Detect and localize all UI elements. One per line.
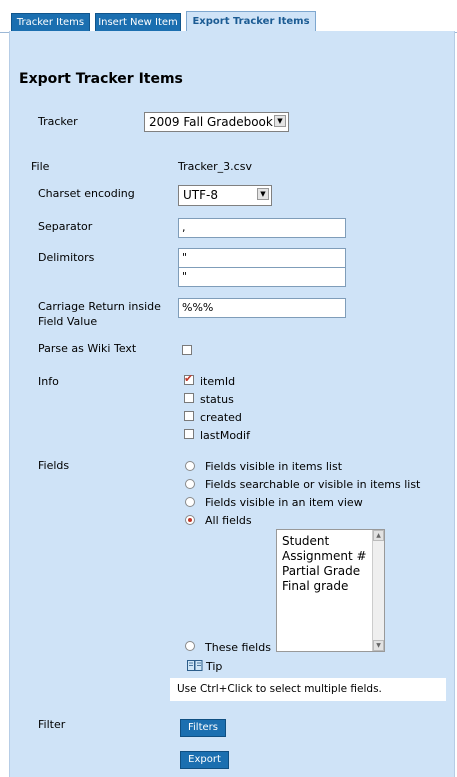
list-item[interactable]: Assignment # — [282, 549, 384, 564]
tab-export-tracker-items[interactable]: Export Tracker Items — [186, 11, 316, 32]
page-title: Export Tracker Items — [19, 71, 183, 87]
fields-label: Fields — [38, 459, 70, 472]
fields-radio-visible-list[interactable] — [185, 461, 195, 471]
fields-radio-all[interactable] — [185, 515, 195, 525]
chevron-down-icon: ▼ — [257, 188, 269, 200]
fields-radio-these-label: These fields — [205, 641, 271, 654]
charset-select-value: UTF-8 — [183, 188, 218, 202]
fields-radio-item-view-label: Fields visible in an item view — [205, 496, 363, 509]
chevron-down-icon[interactable]: ▼ — [373, 640, 384, 651]
export-button[interactable]: Export — [180, 751, 229, 769]
tip-label: Tip — [206, 660, 223, 673]
fields-radio-searchable-label: Fields searchable or visible in items li… — [205, 478, 421, 491]
delimitor-open-input[interactable]: " — [178, 248, 346, 268]
carriage-label-line1: Carriage Return inside — [38, 300, 161, 313]
carriage-return-input[interactable]: %%% — [178, 298, 346, 318]
book-icon — [187, 660, 203, 671]
listbox-scrollbar[interactable]: ▲ ▼ — [372, 530, 384, 651]
separator-input[interactable]: , — [178, 218, 346, 238]
info-lastmodif-checkbox[interactable] — [184, 429, 194, 439]
list-item[interactable]: Partial Grade — [282, 564, 384, 579]
parse-wiki-checkbox[interactable] — [182, 345, 192, 355]
charset-select[interactable]: UTF-8 ▼ — [178, 185, 272, 206]
tip-text: Use Ctrl+Click to select multiple fields… — [170, 678, 446, 701]
info-created-checkbox[interactable] — [184, 411, 194, 421]
file-value: Tracker_3.csv — [178, 160, 252, 173]
tab-insert-new-item[interactable]: Insert New Item — [95, 13, 181, 32]
list-item[interactable]: Final grade — [282, 579, 384, 594]
info-status-label: status — [200, 393, 234, 406]
info-status-checkbox[interactable] — [184, 393, 194, 403]
info-lastmodif-label: lastModif — [200, 429, 250, 442]
fields-radio-item-view[interactable] — [185, 497, 195, 507]
parse-wiki-label: Parse as Wiki Text — [38, 342, 137, 355]
fields-radio-these[interactable] — [185, 641, 195, 651]
tracker-select-value: 2009 Fall Gradebook — [149, 115, 273, 129]
tab-tracker-items[interactable]: Tracker Items — [11, 13, 90, 32]
file-label: File — [31, 160, 50, 173]
list-item[interactable]: Student — [282, 534, 384, 549]
carriage-label-line2: Field Value — [38, 315, 98, 328]
delimitors-label: Delimitors — [38, 251, 95, 264]
chevron-down-icon: ▼ — [274, 115, 286, 127]
tracker-select[interactable]: 2009 Fall Gradebook ▼ — [144, 112, 289, 132]
fields-radio-searchable[interactable] — [185, 479, 195, 489]
info-label: Info — [38, 375, 59, 388]
tab-bar: Tracker Items Insert New Item Export Tra… — [0, 0, 457, 33]
fields-radio-all-label: All fields — [205, 514, 252, 527]
info-itemid-label: itemId — [200, 375, 236, 388]
delimitor-close-input[interactable]: " — [178, 267, 346, 287]
info-created-label: created — [200, 411, 242, 424]
charset-label: Charset encoding — [38, 187, 135, 200]
tracker-label: Tracker — [38, 115, 78, 128]
separator-label: Separator — [38, 220, 93, 233]
chevron-up-icon[interactable]: ▲ — [373, 530, 384, 541]
filter-label: Filter — [38, 718, 66, 731]
info-itemid-checkbox[interactable] — [184, 372, 194, 385]
fields-radio-visible-list-label: Fields visible in items list — [205, 460, 343, 473]
filters-button[interactable]: Filters — [180, 719, 226, 737]
fields-listbox[interactable]: Student Assignment # Partial Grade Final… — [276, 529, 385, 652]
